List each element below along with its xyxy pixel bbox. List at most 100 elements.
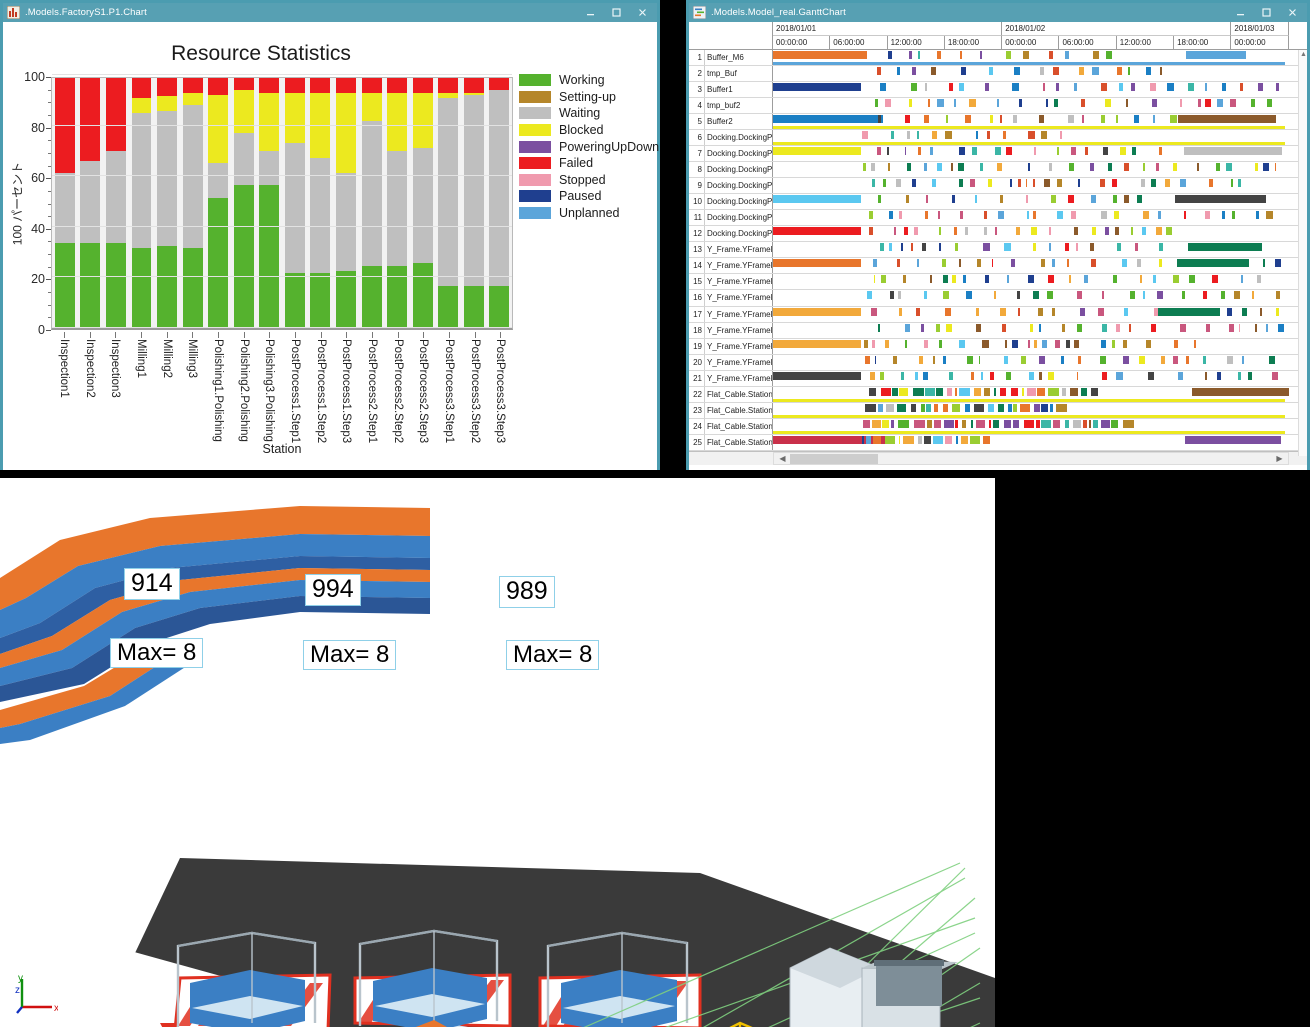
gantt-bar[interactable] <box>1012 83 1019 92</box>
gantt-bar[interactable] <box>1054 99 1059 108</box>
gantt-row-track[interactable] <box>773 322 1307 338</box>
gantt-bar[interactable] <box>1042 83 1046 92</box>
gantt-bar[interactable] <box>877 403 884 412</box>
gantt-bar[interactable] <box>980 163 984 172</box>
gantt-bar[interactable] <box>899 211 903 220</box>
gantt-bar[interactable] <box>1183 147 1282 156</box>
gantt-bar[interactable] <box>946 115 949 124</box>
gantt-row-track[interactable] <box>773 242 1307 258</box>
gantt-bar[interactable] <box>922 371 928 380</box>
gantt-bar[interactable] <box>1002 323 1007 332</box>
gantt-bar[interactable] <box>904 339 907 348</box>
gantt-bar[interactable] <box>951 275 957 284</box>
gantt-bar[interactable] <box>984 227 987 236</box>
gantt-bar[interactable] <box>1130 83 1136 92</box>
gantt-bar[interactable] <box>1065 243 1069 252</box>
gantt-bar[interactable] <box>1180 99 1183 108</box>
gantt-bar[interactable] <box>945 435 952 444</box>
gantt-bar[interactable] <box>773 115 883 124</box>
gantt-bar[interactable] <box>1000 195 1003 204</box>
gantt-bar[interactable] <box>987 403 994 412</box>
gantt-bar[interactable] <box>1030 227 1037 236</box>
gantt-bar[interactable] <box>1275 291 1280 300</box>
gantt-bar[interactable] <box>1119 83 1123 92</box>
gantt-bar[interactable] <box>1025 179 1028 188</box>
gantt-bar[interactable] <box>1231 179 1234 188</box>
gantt-bar[interactable] <box>917 259 920 268</box>
gantt-bar[interactable] <box>1209 179 1214 188</box>
gantt-bar[interactable] <box>975 419 986 428</box>
gantt-bar[interactable] <box>906 195 909 204</box>
gantt-bar[interactable] <box>1082 419 1088 428</box>
gantt-horizontal-scrollbar[interactable]: ◀ ▶ <box>773 452 1289 465</box>
gantt-bar[interactable] <box>959 147 966 156</box>
chart-bar[interactable] <box>333 78 359 328</box>
gantt-bar[interactable] <box>1048 387 1059 396</box>
gantt-row[interactable]: 16Y_Frame.YFrameProc <box>689 290 1307 307</box>
gantt-row[interactable]: 9 Docking.DockingPro <box>689 178 1307 195</box>
gantt-bar[interactable] <box>913 419 925 428</box>
gantt-bar[interactable] <box>1185 435 1281 444</box>
gantt-row-track[interactable] <box>773 338 1307 354</box>
gantt-bar[interactable] <box>934 419 942 428</box>
gantt-bar[interactable] <box>982 435 991 444</box>
gantt-bar[interactable] <box>1024 419 1034 428</box>
gantt-bar[interactable] <box>923 435 931 444</box>
gantt-bar[interactable] <box>1100 83 1107 92</box>
chart-bar[interactable] <box>359 78 385 328</box>
gantt-bar[interactable] <box>1167 83 1174 92</box>
gantt-bar[interactable] <box>1065 339 1070 348</box>
gantt-bar[interactable] <box>1100 355 1107 364</box>
chart-bar[interactable] <box>435 78 461 328</box>
gantt-bar[interactable] <box>1111 419 1119 428</box>
gantt-bar[interactable] <box>1131 227 1133 236</box>
gantt-row[interactable]: 20Y_Frame.YFrameProc <box>689 354 1307 371</box>
gantt-bar[interactable] <box>1173 355 1178 364</box>
gantt-row[interactable]: 25 Flat_Cable.Station3 <box>689 434 1307 451</box>
gantt-row-track[interactable] <box>773 258 1307 274</box>
gantt-bar[interactable] <box>1091 195 1096 204</box>
gantt-bar[interactable] <box>1038 323 1041 332</box>
gantt-bar[interactable] <box>878 195 882 204</box>
gantt-bar[interactable] <box>932 355 935 364</box>
gantt-bar[interactable] <box>1018 99 1022 108</box>
gantt-bar[interactable] <box>1216 99 1223 108</box>
chart-bar[interactable] <box>205 77 231 328</box>
gantt-bar[interactable] <box>1142 163 1145 172</box>
gantt-row[interactable]: 12 Docking.DockingPro <box>689 226 1307 243</box>
gantt-bar[interactable] <box>991 259 994 268</box>
gantt-bar[interactable] <box>1055 83 1059 92</box>
gantt-row-track[interactable] <box>773 274 1307 290</box>
gantt-bar[interactable] <box>1041 131 1047 140</box>
gantt-bar[interactable] <box>930 147 934 156</box>
gantt-bar[interactable] <box>1055 403 1068 412</box>
gantt-row-track[interactable] <box>773 402 1307 418</box>
gantt-bar[interactable] <box>1013 67 1020 76</box>
gantt-bar[interactable] <box>888 163 890 172</box>
gantt-bar[interactable] <box>1133 115 1139 124</box>
gantt-bar[interactable] <box>868 227 874 236</box>
gantt-bar[interactable] <box>1122 259 1128 268</box>
gantt-bar[interactable] <box>1189 275 1196 284</box>
gantt-bar[interactable] <box>1017 179 1022 188</box>
gantt-bar[interactable] <box>1241 355 1244 364</box>
gantt-bar[interactable] <box>1255 211 1259 220</box>
gantt-bar[interactable] <box>906 163 912 172</box>
gantt-bar[interactable] <box>1240 83 1244 92</box>
gantt-bar[interactable] <box>1178 115 1277 124</box>
gantt-bar[interactable] <box>1216 371 1222 380</box>
gantt-bar[interactable] <box>872 435 882 444</box>
gantt-bar[interactable] <box>1027 339 1030 348</box>
gantt-bar[interactable] <box>864 339 868 348</box>
gantt-bar[interactable] <box>999 307 1006 316</box>
chart-legend-item[interactable]: Failed <box>519 155 661 172</box>
gantt-bar[interactable] <box>876 67 882 76</box>
chart-bar[interactable] <box>282 78 308 328</box>
chart-bar[interactable] <box>129 78 155 328</box>
gantt-row[interactable]: 22 Flat_Cable.Station <box>689 386 1307 403</box>
gantt-bar[interactable] <box>1275 307 1279 316</box>
gantt-bar[interactable] <box>862 419 870 428</box>
gantt-bar[interactable] <box>1034 403 1041 412</box>
gantt-bar[interactable] <box>773 51 861 59</box>
gantt-bar[interactable] <box>1021 355 1026 364</box>
